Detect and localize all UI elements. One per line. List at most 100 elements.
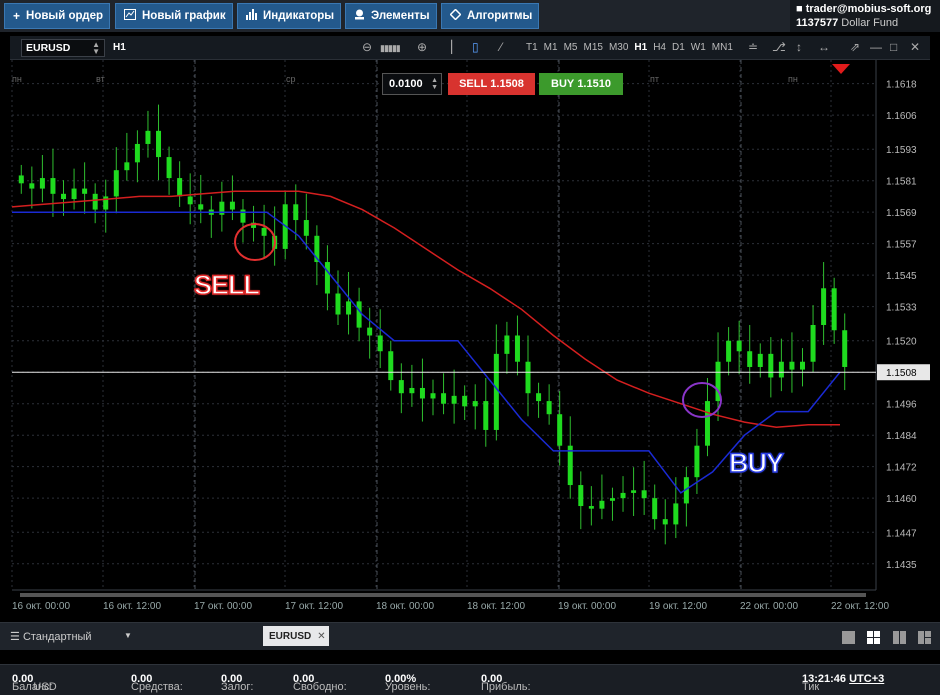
menu-icon: ☰ — [10, 631, 20, 643]
columns-layout-icon[interactable] — [893, 631, 906, 644]
bar-chart-icon[interactable]: ⎢ — [450, 40, 456, 54]
candle-body — [409, 387, 415, 394]
close-tab-icon[interactable]: ✕ — [317, 631, 325, 642]
timezone-selector[interactable]: UTC+3 — [849, 673, 884, 685]
x-tick-label: 22 окт. 00:00 — [740, 601, 798, 612]
indicator-settings-icon[interactable]: ≐ — [748, 40, 758, 54]
line-chart-icon[interactable]: ⁄ — [500, 40, 502, 54]
account-status-bar: Баланс: 0.00 USD Средства: 0.00 Залог: 0… — [0, 664, 940, 695]
candle-body — [757, 353, 763, 367]
buy-annotation: BUY — [728, 447, 785, 479]
horizontal-arrows-icon[interactable]: ↔ — [818, 40, 830, 54]
timeframe-m15[interactable]: M15 — [580, 42, 605, 53]
minimize-icon[interactable]: — — [870, 40, 882, 54]
candle-body — [324, 262, 330, 294]
candle-body — [599, 500, 605, 509]
lot-size-input[interactable]: 0.0100 ▲ ▼ — [382, 73, 442, 95]
grid-layout-icon[interactable] — [867, 631, 880, 644]
candle-body — [831, 288, 837, 331]
timeframe-m5[interactable]: M5 — [561, 42, 581, 53]
single-layout-icon[interactable] — [842, 631, 855, 644]
elements-label: Элементы — [371, 10, 430, 22]
x-tick-label: 18 окт. 00:00 — [376, 601, 434, 612]
lot-value: 0.0100 — [389, 78, 423, 90]
candles-icon[interactable]: ▯ — [472, 40, 479, 54]
new-chart-button[interactable]: Новый график — [115, 3, 233, 29]
candle-body — [631, 490, 637, 493]
candle-body — [388, 351, 394, 381]
layout-selector[interactable]: ☰ Стандартный — [10, 630, 92, 643]
sell-button[interactable]: SELL 1.1508 — [448, 73, 535, 95]
y-tick-label: 1.1460 — [886, 494, 917, 505]
trading-terminal: + Новый ордер Новый график Индикаторы Эл… — [0, 0, 940, 695]
tick-label: Тик — [802, 681, 820, 693]
chart-icon — [124, 9, 136, 23]
maximize-icon[interactable]: □ — [890, 40, 897, 54]
zoom-out-icon[interactable]: ⊖ — [362, 40, 372, 54]
timeframe-t1[interactable]: T1 — [523, 42, 541, 53]
chart-header: EURUSD ▲ ▼ H1 ⊖ ▮▮▮▮▮ ⊕ ⎢ ▯ ⁄ T1 M1 M5 M15 M3… — [10, 36, 930, 60]
mixed-layout-icon[interactable] — [918, 631, 931, 644]
timeframe-w1[interactable]: W1 — [688, 42, 709, 53]
close-icon[interactable]: ✕ — [910, 40, 920, 54]
crosshair-icon[interactable]: ⎇ — [772, 40, 786, 54]
candle-body — [419, 387, 425, 399]
funds-item: Средства: 0.00 — [131, 673, 183, 693]
candle-body — [546, 401, 552, 415]
vertical-arrows-icon[interactable]: ↕ — [796, 40, 802, 54]
timeframe-d1[interactable]: D1 — [669, 42, 688, 53]
candle-body — [113, 170, 119, 197]
clock-item: Тик 13:21:46 UTC+3 — [802, 673, 884, 693]
timeframe-m1[interactable]: M1 — [541, 42, 561, 53]
candle-body — [609, 498, 615, 501]
indicators-button[interactable]: Индикаторы — [237, 3, 341, 29]
candle-body — [166, 157, 172, 179]
new-order-button[interactable]: + Новый ордер — [4, 3, 110, 29]
profit-item: Прибыль: 0.00 — [481, 673, 531, 693]
candle-body — [430, 393, 436, 399]
timeframe-list: T1 M1 M5 M15 M30 H1 H4 D1 W1 MN1 — [523, 42, 736, 53]
tab-eurusd[interactable]: EURUSD ✕ — [263, 626, 329, 646]
candle-body — [799, 361, 805, 370]
y-tick-label: 1.1472 — [886, 463, 917, 474]
y-tick-label: 1.1569 — [886, 208, 917, 219]
zoom-in-icon[interactable]: ⊕ — [417, 40, 427, 54]
timeframe-h1[interactable]: H1 — [631, 42, 650, 53]
candle-body — [451, 395, 457, 404]
candle-body — [356, 301, 362, 328]
algorithms-button[interactable]: Алгоритмы — [441, 3, 539, 29]
timeframe-mn1[interactable]: MN1 — [709, 42, 736, 53]
sell-label: SELL — [459, 78, 488, 90]
y-tick-label: 1.1520 — [886, 337, 917, 348]
candle-body — [377, 335, 383, 352]
y-tick-label: 1.1545 — [886, 271, 917, 282]
candle-body — [145, 130, 151, 144]
candle-body — [367, 327, 373, 336]
candle-body — [441, 393, 447, 404]
x-tick-label: 17 окт. 00:00 — [194, 601, 252, 612]
chevron-down-icon[interactable]: ▼ — [124, 631, 132, 640]
timeframe-h4[interactable]: H4 — [650, 42, 669, 53]
account-email: trader@mobius-soft.org — [805, 3, 932, 15]
x-tick-label: 16 окт. 12:00 — [103, 601, 161, 612]
elements-button[interactable]: Элементы — [345, 3, 437, 29]
candle-body — [61, 193, 67, 200]
chart-window: EURUSD ▲ ▼ H1 ⊖ ▮▮▮▮▮ ⊕ ⎢ ▯ ⁄ T1 M1 M5 M15 M3… — [10, 36, 930, 620]
candle-body — [29, 183, 35, 189]
algorithms-label: Алгоритмы — [467, 10, 533, 22]
tab-label: EURUSD — [269, 630, 312, 642]
y-tick-label: 1.1606 — [886, 111, 917, 122]
candle-body — [124, 162, 130, 171]
popout-icon[interactable]: ⇗ — [850, 40, 860, 54]
new-chart-label: Новый график — [142, 10, 226, 22]
timeframe-m30[interactable]: M30 — [606, 42, 631, 53]
profit-label: Прибыль: — [481, 681, 531, 693]
candle-body — [842, 330, 848, 367]
buy-button[interactable]: BUY 1.1510 — [539, 73, 623, 95]
y-tick-label: 1.1533 — [886, 303, 917, 314]
symbol-selector[interactable]: EURUSD ▲ ▼ — [21, 39, 105, 57]
price-chart[interactable]: 16 окт. 00:00 16 окт. 12:00 17 окт. 00:00 1… — [10, 60, 930, 620]
x-tick-label: 17 окт. 12:00 — [285, 601, 343, 612]
candle-body — [704, 401, 710, 446]
account-info[interactable]: ■ trader@mobius-soft.org 1137577 Dollar … — [790, 0, 940, 32]
